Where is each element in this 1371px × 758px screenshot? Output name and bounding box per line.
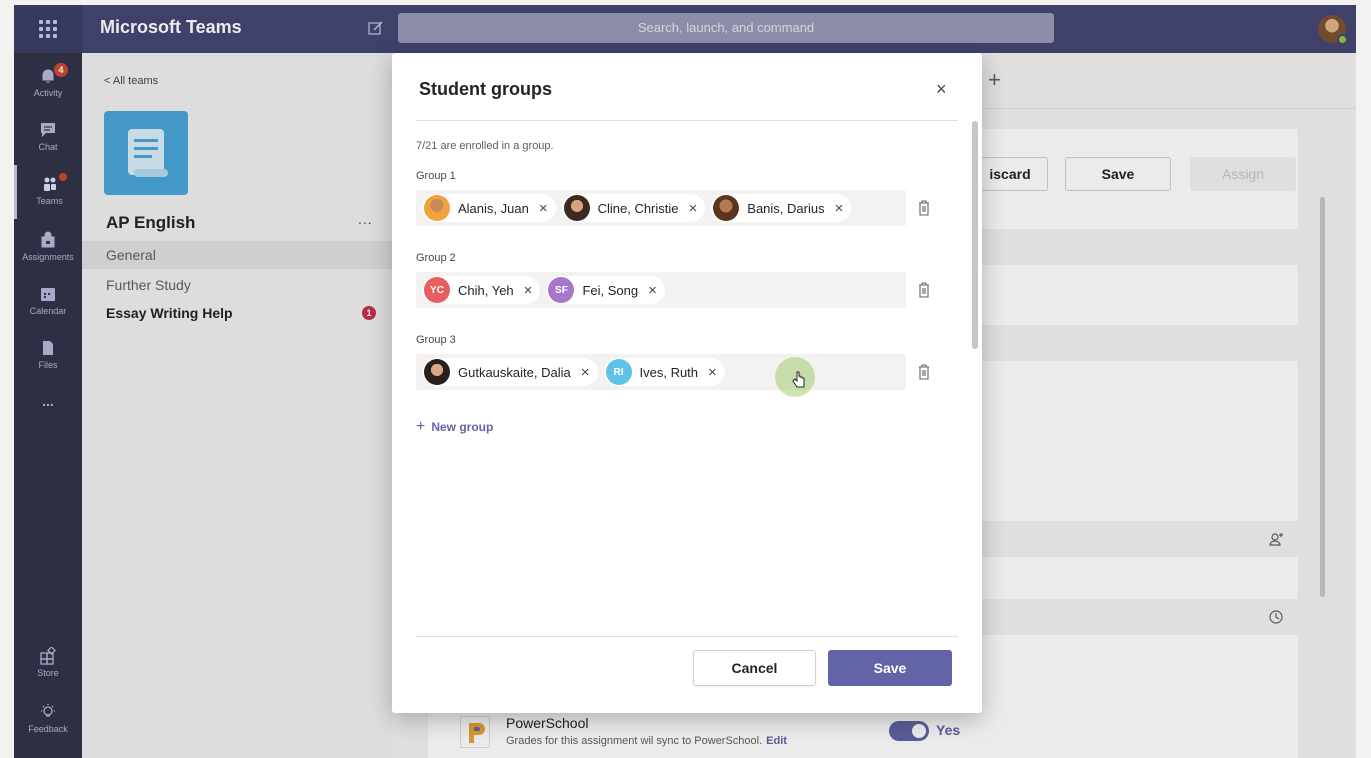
- delete-group-icon[interactable]: [916, 281, 932, 299]
- delete-group-icon[interactable]: [916, 363, 932, 381]
- member-name: Alanis, Juan: [458, 200, 529, 216]
- group-label: Group 2: [416, 252, 456, 264]
- remove-member-icon[interactable]: ×: [581, 364, 590, 381]
- remove-member-icon[interactable]: ×: [524, 282, 533, 299]
- enrolled-count: 7/21 are enrolled in a group.: [416, 140, 554, 152]
- member-avatar: [424, 195, 450, 221]
- cancel-button[interactable]: Cancel: [693, 650, 816, 686]
- member-name: Cline, Christie: [597, 200, 679, 216]
- remove-member-icon[interactable]: ×: [648, 282, 657, 299]
- remove-member-icon[interactable]: ×: [708, 364, 717, 381]
- dialog-scrollbar[interactable]: [972, 121, 978, 349]
- member-initials-avatar: YC: [424, 277, 450, 303]
- member-avatar: [713, 195, 740, 221]
- new-group-label: New group: [431, 420, 494, 434]
- group-1-members[interactable]: Alanis, Juan × Cline, Christie × Banis, …: [416, 190, 906, 226]
- hand-cursor-icon: [792, 371, 805, 388]
- close-icon[interactable]: ×: [936, 79, 947, 100]
- remove-member-icon[interactable]: ×: [689, 200, 698, 217]
- dialog-title: Student groups: [419, 79, 552, 99]
- group-label: Group 3: [416, 334, 456, 346]
- member-initials-avatar: RI: [605, 359, 632, 385]
- member-chip: Gutkauskaite, Dalia ×: [422, 358, 598, 386]
- member-chip: SF Fei, Song ×: [546, 276, 665, 304]
- member-chip: Alanis, Juan ×: [422, 194, 556, 222]
- member-chip: Banis, Darius ×: [711, 194, 852, 222]
- member-name: Banis, Darius: [747, 200, 825, 216]
- member-chip: Cline, Christie ×: [561, 194, 706, 222]
- member-name: Fei, Song: [582, 282, 639, 298]
- group-3-members[interactable]: Gutkauskaite, Dalia × RI Ives, Ruth ×: [416, 354, 906, 390]
- remove-member-icon[interactable]: ×: [539, 200, 548, 217]
- new-group-button[interactable]: + New group: [416, 418, 493, 436]
- group-2-members[interactable]: YC Chih, Yeh × SF Fei, Song ×: [416, 272, 906, 308]
- student-groups-dialog: Student groups × 7/21 are enrolled in a …: [392, 53, 982, 713]
- save-button[interactable]: Save: [828, 650, 952, 686]
- plus-icon: +: [416, 418, 426, 435]
- member-initials-avatar: SF: [548, 277, 575, 303]
- member-chip: RI Ives, Ruth ×: [603, 358, 725, 386]
- window-edge: [1356, 0, 1371, 758]
- member-name: Gutkauskaite, Dalia: [458, 364, 571, 380]
- member-name: Chih, Yeh: [458, 282, 514, 298]
- member-avatar: [563, 195, 590, 221]
- group-label: Group 1: [416, 170, 456, 182]
- member-chip: YC Chih, Yeh ×: [422, 276, 541, 304]
- remove-member-icon[interactable]: ×: [835, 200, 844, 217]
- delete-group-icon[interactable]: [916, 199, 932, 217]
- divider: [416, 636, 958, 637]
- member-name: Ives, Ruth: [639, 364, 699, 380]
- divider: [416, 120, 958, 121]
- member-avatar: [424, 359, 450, 385]
